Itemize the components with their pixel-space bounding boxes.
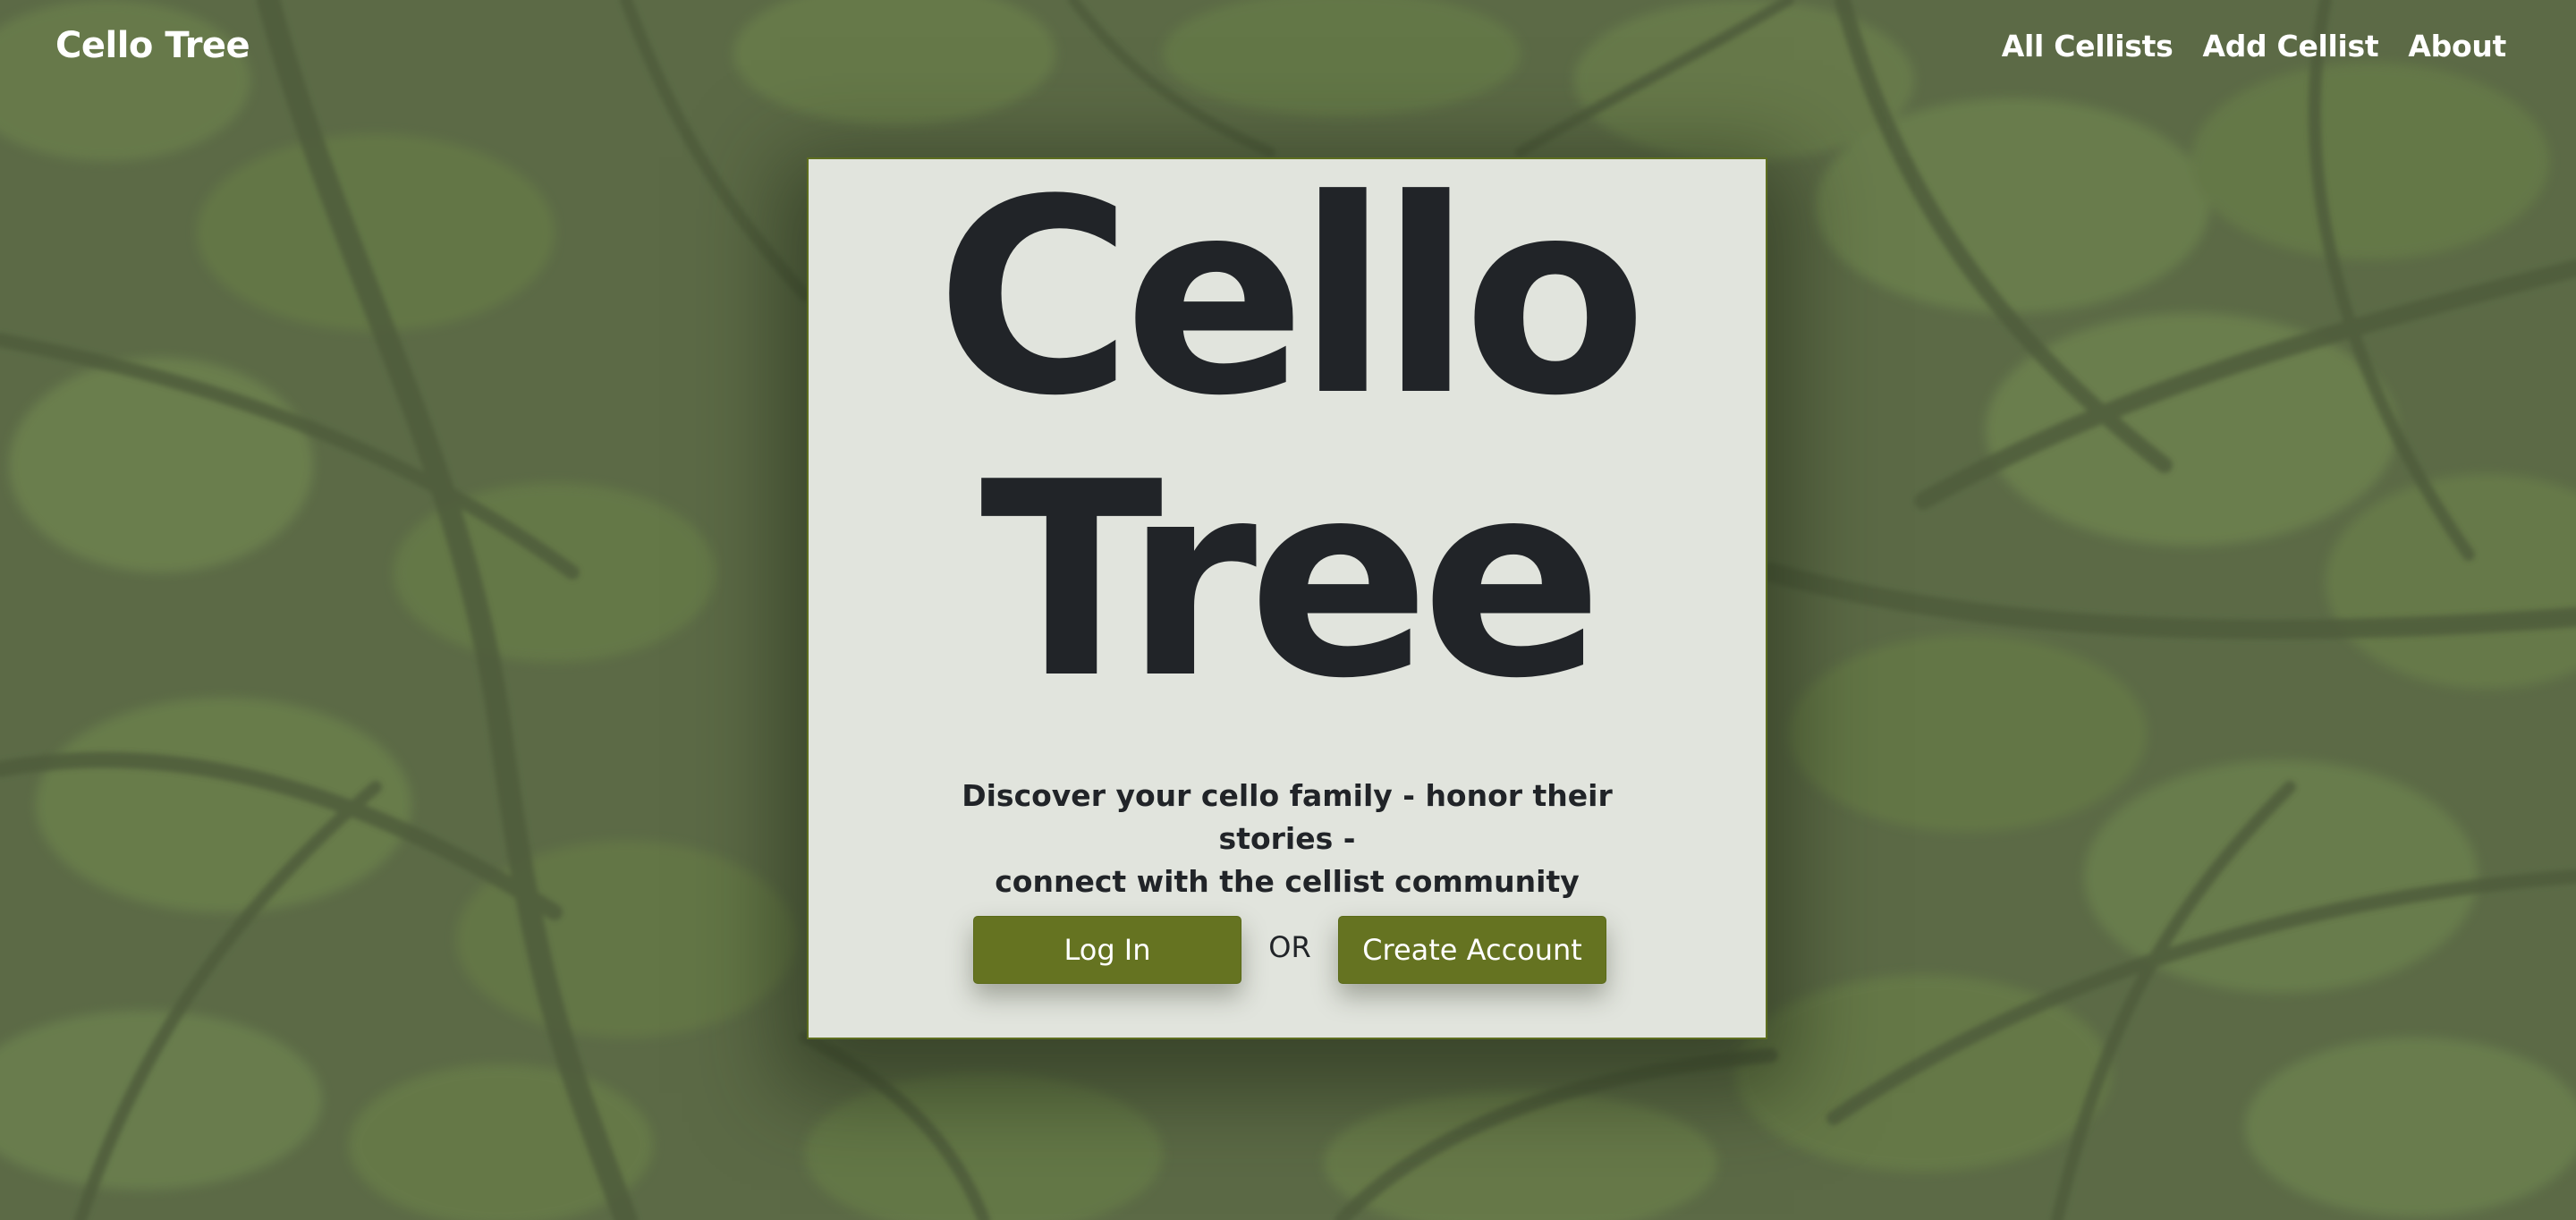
- tagline-line-2: connect with the cellist community: [995, 864, 1580, 899]
- tagline-line-1: Discover your cello family - honor their…: [962, 778, 1613, 856]
- auth-actions: Log In OR Create Account: [809, 916, 1766, 986]
- login-button[interactable]: Log In: [973, 916, 1241, 984]
- hero-title-line-2: Tree: [979, 425, 1604, 737]
- nav-link-all-cellists[interactable]: All Cellists: [2002, 29, 2174, 64]
- nav-links: All Cellists Add Cellist About: [2002, 29, 2507, 64]
- hero-title-line-1: Cello: [936, 142, 1647, 454]
- nav-link-add-cellist[interactable]: Add Cellist: [2202, 29, 2378, 64]
- hero-card: Cello Tree Discover your cello family - h…: [807, 157, 1767, 1039]
- brand-logo-link[interactable]: Cello Tree: [55, 25, 250, 66]
- or-separator: OR: [1268, 930, 1311, 964]
- top-navbar: Cello Tree All Cellists Add Cellist Abou…: [0, 0, 2576, 97]
- hero-tagline: Discover your cello family - honor their…: [916, 775, 1658, 903]
- hero-title: Cello Tree: [809, 157, 1766, 723]
- nav-link-about[interactable]: About: [2408, 29, 2506, 64]
- create-account-button[interactable]: Create Account: [1338, 916, 1606, 984]
